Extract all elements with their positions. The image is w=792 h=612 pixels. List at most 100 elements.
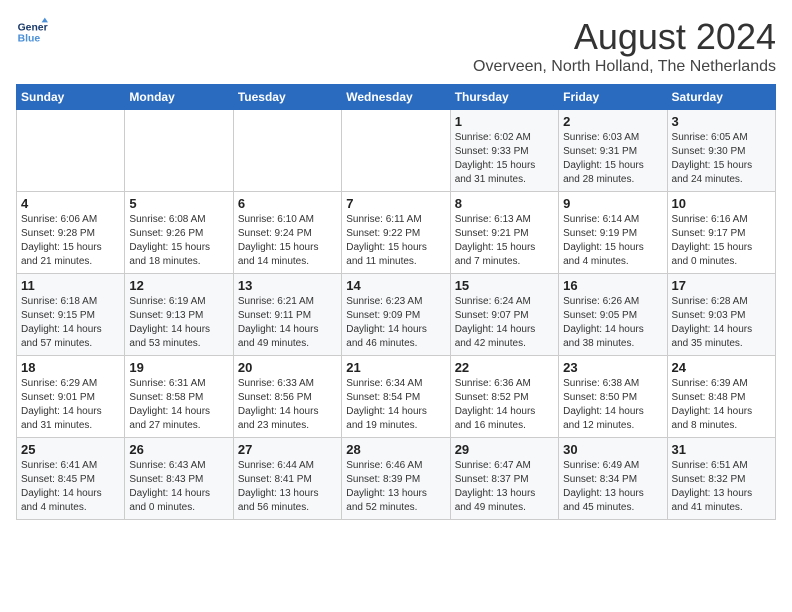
day-info: Sunrise: 6:39 AM Sunset: 8:48 PM Dayligh… — [672, 377, 771, 433]
day-number: 2 — [563, 114, 662, 129]
day-info: Sunrise: 6:34 AM Sunset: 8:54 PM Dayligh… — [346, 377, 445, 433]
calendar-cell — [125, 110, 233, 192]
calendar-cell: 3 Sunrise: 6:05 AM Sunset: 9:30 PM Daylig… — [667, 110, 775, 192]
location: Overveen, North Holland, The Netherlands — [473, 58, 776, 76]
day-number: 8 — [455, 196, 554, 211]
day-info: Sunrise: 6:49 AM Sunset: 8:34 PM Dayligh… — [563, 459, 662, 515]
day-number: 13 — [238, 278, 337, 293]
day-number: 3 — [672, 114, 771, 129]
day-number: 15 — [455, 278, 554, 293]
logo: General Blue General Blue — [16, 16, 48, 48]
day-info: Sunrise: 6:44 AM Sunset: 8:41 PM Dayligh… — [238, 459, 337, 515]
day-info: Sunrise: 6:19 AM Sunset: 9:13 PM Dayligh… — [129, 295, 228, 351]
calendar-cell: 24 Sunrise: 6:39 AM Sunset: 8:48 PM Dayli… — [667, 356, 775, 438]
day-info: Sunrise: 6:41 AM Sunset: 8:45 PM Dayligh… — [21, 459, 120, 515]
day-info: Sunrise: 6:18 AM Sunset: 9:15 PM Dayligh… — [21, 295, 120, 351]
day-info: Sunrise: 6:51 AM Sunset: 8:32 PM Dayligh… — [672, 459, 771, 515]
day-info: Sunrise: 6:08 AM Sunset: 9:26 PM Dayligh… — [129, 213, 228, 269]
calendar-cell: 4Sunrise: 6:06 AM Sunset: 9:28 PM Daylig… — [17, 192, 125, 274]
day-info: Sunrise: 6:24 AM Sunset: 9:07 PM Dayligh… — [455, 295, 554, 351]
calendar-cell: 29 Sunrise: 6:47 AM Sunset: 8:37 PM Dayli… — [450, 438, 558, 520]
calendar-cell: 16Sunrise: 6:26 AM Sunset: 9:05 PM Dayli… — [559, 274, 667, 356]
day-info: Sunrise: 6:16 AM Sunset: 9:17 PM Dayligh… — [672, 213, 771, 269]
day-number: 19 — [129, 360, 228, 375]
calendar-cell — [17, 110, 125, 192]
day-number: 1 — [455, 114, 554, 129]
calendar-cell: 25 Sunrise: 6:41 AM Sunset: 8:45 PM Dayli… — [17, 438, 125, 520]
svg-text:General: General — [18, 22, 48, 33]
day-info: Sunrise: 6:10 AM Sunset: 9:24 PM Dayligh… — [238, 213, 337, 269]
day-info: Sunrise: 6:46 AM Sunset: 8:39 PM Dayligh… — [346, 459, 445, 515]
day-info: Sunrise: 6:02 AM Sunset: 9:33 PM Dayligh… — [455, 131, 554, 187]
calendar-cell: 9 Sunrise: 6:14 AM Sunset: 9:19 PM Daylig… — [559, 192, 667, 274]
calendar-cell: 31 Sunrise: 6:51 AM Sunset: 8:32 PM Dayli… — [667, 438, 775, 520]
day-number: 25 — [21, 442, 120, 457]
day-number: 31 — [672, 442, 771, 457]
calendar-cell: 18 Sunrise: 6:29 AM Sunset: 9:01 PM Dayli… — [17, 356, 125, 438]
day-info: Sunrise: 6:36 AM Sunset: 8:52 PM Dayligh… — [455, 377, 554, 433]
month-year: August 2024 — [473, 16, 776, 58]
header-wednesday: Wednesday — [342, 85, 450, 110]
day-number: 10 — [672, 196, 771, 211]
page-header: General Blue General Blue August 2024 Ov… — [16, 16, 776, 76]
calendar-cell: 5 Sunrise: 6:08 AM Sunset: 9:26 PM Daylig… — [125, 192, 233, 274]
calendar-cell: 28 Sunrise: 6:46 AM Sunset: 8:39 PM Dayli… — [342, 438, 450, 520]
calendar-week-row: 18 Sunrise: 6:29 AM Sunset: 9:01 PM Dayli… — [17, 356, 776, 438]
day-info: Sunrise: 6:47 AM Sunset: 8:37 PM Dayligh… — [455, 459, 554, 515]
day-number: 12 — [129, 278, 228, 293]
day-number: 24 — [672, 360, 771, 375]
day-info: Sunrise: 6:29 AM Sunset: 9:01 PM Dayligh… — [21, 377, 120, 433]
day-number: 6 — [238, 196, 337, 211]
header-sunday: Sunday — [17, 85, 125, 110]
day-number: 22 — [455, 360, 554, 375]
title-block: August 2024 Overveen, North Holland, The… — [473, 16, 776, 76]
day-number: 27 — [238, 442, 337, 457]
day-number: 23 — [563, 360, 662, 375]
header-thursday: Thursday — [450, 85, 558, 110]
calendar-cell: 2 Sunrise: 6:03 AM Sunset: 9:31 PM Daylig… — [559, 110, 667, 192]
day-info: Sunrise: 6:14 AM Sunset: 9:19 PM Dayligh… — [563, 213, 662, 269]
day-info: Sunrise: 6:38 AM Sunset: 8:50 PM Dayligh… — [563, 377, 662, 433]
calendar-cell: 10 Sunrise: 6:16 AM Sunset: 9:17 PM Dayli… — [667, 192, 775, 274]
day-number: 7 — [346, 196, 445, 211]
day-info: Sunrise: 6:03 AM Sunset: 9:31 PM Dayligh… — [563, 131, 662, 187]
calendar-week-row: 1 Sunrise: 6:02 AM Sunset: 9:33 PM Daylig… — [17, 110, 776, 192]
day-number: 4 — [21, 196, 120, 211]
day-number: 18 — [21, 360, 120, 375]
day-info: Sunrise: 6:23 AM Sunset: 9:09 PM Dayligh… — [346, 295, 445, 351]
header-friday: Friday — [559, 85, 667, 110]
day-number: 9 — [563, 196, 662, 211]
calendar-table: Sunday Monday Tuesday Wednesday Thursday… — [16, 84, 776, 520]
calendar-cell: 15 Sunrise: 6:24 AM Sunset: 9:07 PM Dayli… — [450, 274, 558, 356]
header-monday: Monday — [125, 85, 233, 110]
calendar-cell: 1 Sunrise: 6:02 AM Sunset: 9:33 PM Daylig… — [450, 110, 558, 192]
day-number: 29 — [455, 442, 554, 457]
calendar-cell: 8Sunrise: 6:13 AM Sunset: 9:21 PM Daylig… — [450, 192, 558, 274]
day-number: 16 — [563, 278, 662, 293]
header-tuesday: Tuesday — [233, 85, 341, 110]
calendar-header: Sunday Monday Tuesday Wednesday Thursday… — [17, 85, 776, 110]
calendar-cell: 30Sunrise: 6:49 AM Sunset: 8:34 PM Dayli… — [559, 438, 667, 520]
calendar-cell: 7 Sunrise: 6:11 AM Sunset: 9:22 PM Daylig… — [342, 192, 450, 274]
day-number: 20 — [238, 360, 337, 375]
day-number: 28 — [346, 442, 445, 457]
calendar-cell: 11Sunrise: 6:18 AM Sunset: 9:15 PM Dayli… — [17, 274, 125, 356]
calendar-cell: 27 Sunrise: 6:44 AM Sunset: 8:41 PM Dayli… — [233, 438, 341, 520]
day-number: 26 — [129, 442, 228, 457]
calendar-cell: 22 Sunrise: 6:36 AM Sunset: 8:52 PM Dayli… — [450, 356, 558, 438]
calendar-cell: 23 Sunrise: 6:38 AM Sunset: 8:50 PM Dayli… — [559, 356, 667, 438]
day-number: 5 — [129, 196, 228, 211]
calendar-body: 1 Sunrise: 6:02 AM Sunset: 9:33 PM Daylig… — [17, 110, 776, 520]
calendar-cell: 6 Sunrise: 6:10 AM Sunset: 9:24 PM Daylig… — [233, 192, 341, 274]
day-info: Sunrise: 6:31 AM Sunset: 8:58 PM Dayligh… — [129, 377, 228, 433]
day-number: 17 — [672, 278, 771, 293]
logo-icon: General Blue — [16, 16, 48, 48]
day-info: Sunrise: 6:21 AM Sunset: 9:11 PM Dayligh… — [238, 295, 337, 351]
day-info: Sunrise: 6:11 AM Sunset: 9:22 PM Dayligh… — [346, 213, 445, 269]
calendar-cell: 12 Sunrise: 6:19 AM Sunset: 9:13 PM Dayli… — [125, 274, 233, 356]
calendar-week-row: 25 Sunrise: 6:41 AM Sunset: 8:45 PM Dayli… — [17, 438, 776, 520]
day-info: Sunrise: 6:28 AM Sunset: 9:03 PM Dayligh… — [672, 295, 771, 351]
svg-text:Blue: Blue — [18, 34, 41, 45]
calendar-cell: 21Sunrise: 6:34 AM Sunset: 8:54 PM Dayli… — [342, 356, 450, 438]
day-info: Sunrise: 6:05 AM Sunset: 9:30 PM Dayligh… — [672, 131, 771, 187]
